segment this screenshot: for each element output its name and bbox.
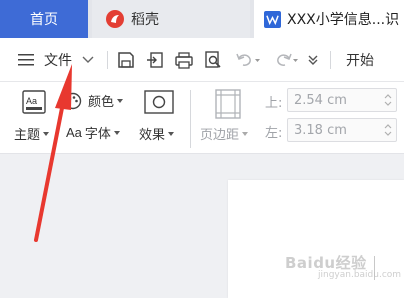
- quick-toolbar: 文件 开始: [0, 38, 404, 82]
- effect-label: 效果: [139, 128, 166, 143]
- page-margin-label: 页边距: [200, 128, 240, 143]
- color-button[interactable]: 颜色: [64, 91, 124, 110]
- caret-icon: [117, 98, 124, 103]
- tab-home-label: 首页: [30, 12, 58, 28]
- print-preview-button[interactable]: [202, 49, 224, 71]
- effect-button[interactable]: 效果: [139, 124, 175, 143]
- effect-icon[interactable]: [144, 90, 174, 114]
- theme-label: 主题: [14, 128, 41, 143]
- document-page[interactable]: [228, 180, 404, 298]
- tab-home[interactable]: 首页: [0, 0, 88, 38]
- caret-icon: [43, 131, 50, 136]
- chevron-down-icon: [82, 56, 94, 63]
- top-margin-label: 上:: [265, 96, 283, 111]
- theme-button[interactable]: 主题: [14, 124, 50, 143]
- print-button[interactable]: [173, 49, 195, 71]
- caret-icon: [168, 131, 175, 136]
- left-margin-label: 左:: [265, 126, 283, 141]
- redo-icon: [277, 53, 298, 66]
- top-margin-value: 2.54 cm: [294, 92, 347, 108]
- font-label: 字体: [84, 127, 111, 142]
- export-icon: [147, 52, 163, 68]
- tab-strip: 首页 稻壳 XXX小学信息...识: [0, 0, 404, 38]
- tab-daoke[interactable]: 稻壳: [92, 0, 250, 38]
- svg-text:Aa: Aa: [26, 96, 37, 106]
- print-icon: [175, 52, 193, 69]
- toolbar-divider: [107, 51, 108, 69]
- ribbon-divider: [190, 90, 191, 148]
- more-options-button[interactable]: [302, 49, 324, 71]
- ribbon-panel: Aa 主题 颜色 Aa 字体 效果 页边距 上: 2.54 cm 左: 3.18…: [0, 82, 404, 154]
- undo-icon: [236, 53, 260, 66]
- top-margin-stepper[interactable]: 2.54 cm: [287, 88, 397, 112]
- redo-button[interactable]: [270, 49, 300, 71]
- font-button[interactable]: Aa 字体: [66, 123, 120, 142]
- export-button[interactable]: [144, 49, 166, 71]
- print-preview-icon: [205, 51, 221, 68]
- tab-start[interactable]: 开始: [346, 50, 374, 70]
- toolbar-divider: [330, 51, 331, 69]
- file-menu-button[interactable]: 文件: [18, 50, 94, 70]
- word-doc-icon: [264, 10, 281, 28]
- undo-button[interactable]: [232, 49, 262, 71]
- left-margin-value: 3.18 cm: [294, 122, 347, 138]
- caret-icon: [242, 131, 249, 136]
- left-margin-stepper[interactable]: 3.18 cm: [287, 118, 397, 142]
- page-margin-button[interactable]: 页边距: [200, 124, 249, 143]
- tab-document-label: XXX小学信息...识: [287, 12, 400, 28]
- menu-icon: [18, 54, 34, 66]
- stepper-arrows-icon[interactable]: [384, 92, 392, 108]
- theme-icon[interactable]: Aa: [22, 90, 46, 114]
- tab-daoke-label: 稻壳: [131, 12, 159, 28]
- save-button[interactable]: [115, 49, 137, 71]
- font-glyph-icon: Aa: [66, 125, 82, 140]
- tab-document[interactable]: XXX小学信息...识: [254, 0, 404, 38]
- file-menu-label: 文件: [44, 53, 72, 69]
- palette-icon: [64, 92, 82, 109]
- daoke-logo-icon: [106, 10, 124, 28]
- caret-icon: [113, 130, 120, 135]
- stepper-arrows-icon[interactable]: [384, 122, 392, 138]
- save-icon: [118, 52, 134, 68]
- page-margin-icon[interactable]: [215, 89, 241, 119]
- double-chevron-down-icon: [308, 55, 318, 65]
- color-label: 颜色: [88, 95, 115, 110]
- watermark-subtext: jingyan.baidu.com: [318, 270, 402, 280]
